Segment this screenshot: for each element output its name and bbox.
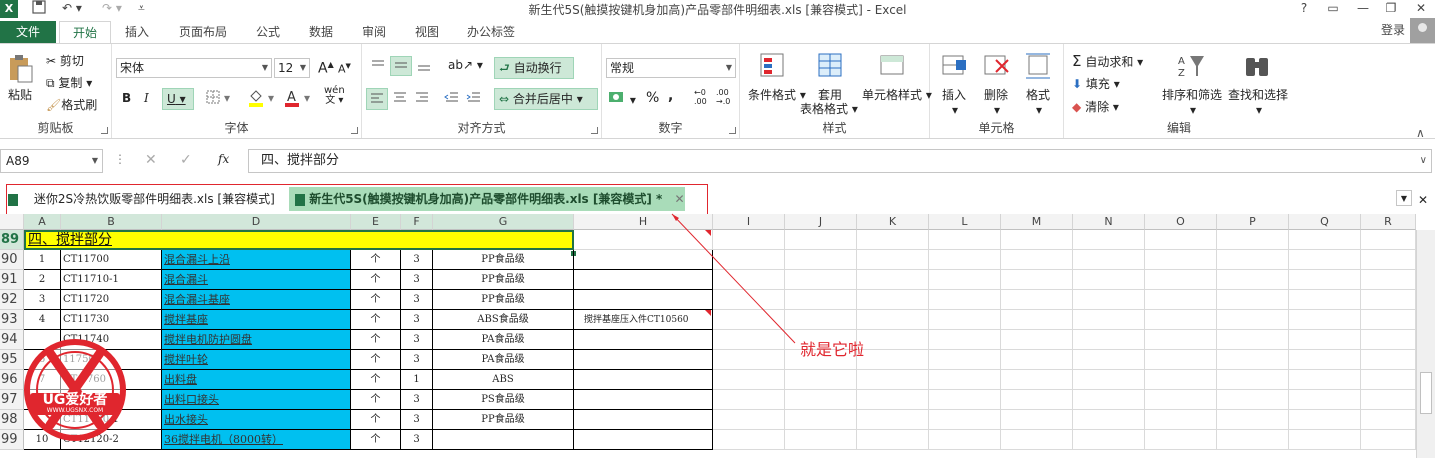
watermark-text: UG爱好者 — [42, 392, 108, 408]
watermark-url: WWW.UGSNX.COM — [46, 407, 104, 414]
watermark-logo: UG爱好者 WWW.UGSNX.COM — [20, 335, 130, 445]
annotation-text: 就是它啦 — [800, 340, 865, 359]
annotation-arrow — [671, 213, 796, 344]
